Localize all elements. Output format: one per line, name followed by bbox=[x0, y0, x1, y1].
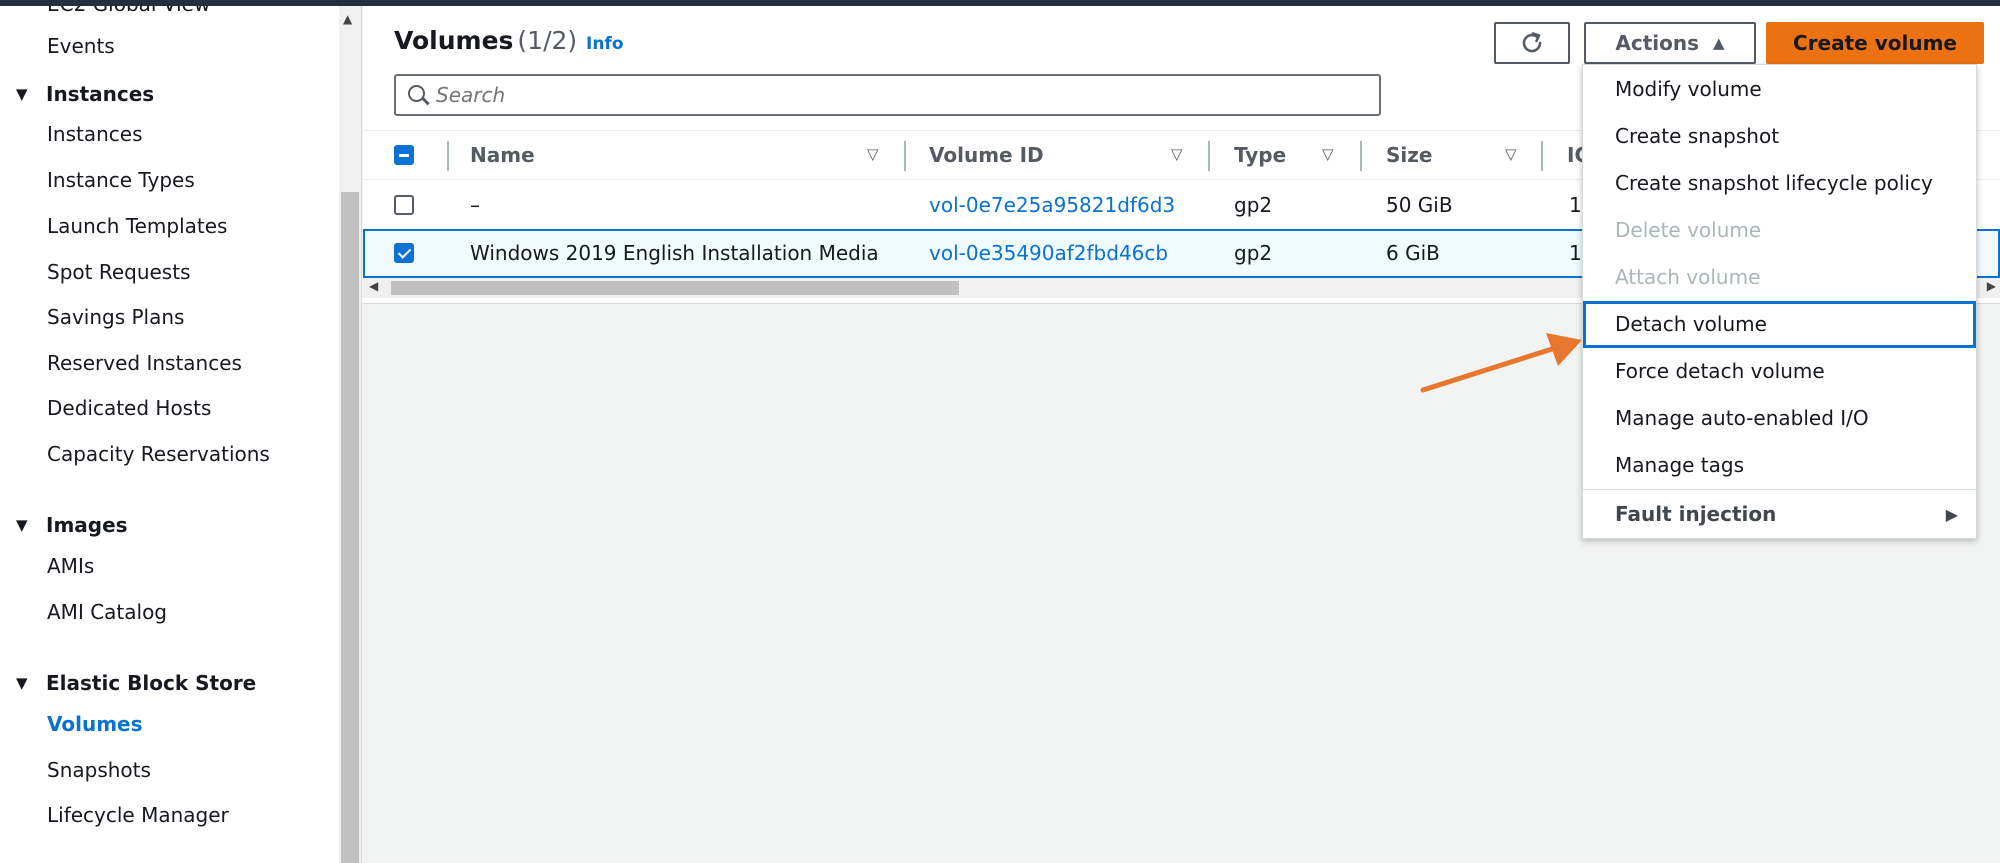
menu-item-label: Fault injection bbox=[1615, 502, 1777, 526]
cell-name: – bbox=[470, 193, 480, 217]
menu-item-modify-volume[interactable]: Modify volume bbox=[1583, 66, 1976, 113]
sidebar-scrollbar[interactable]: ▲ bbox=[339, 6, 362, 863]
cell-type: gp2 bbox=[1234, 193, 1273, 217]
scroll-left-icon[interactable]: ◀ bbox=[369, 279, 378, 293]
sidebar-item-savings-plans[interactable]: Savings Plans bbox=[47, 305, 184, 329]
actions-label: Actions bbox=[1615, 31, 1700, 55]
column-divider bbox=[447, 141, 449, 171]
info-link[interactable]: Info bbox=[586, 34, 624, 54]
sort-down-icon[interactable]: ▽ bbox=[867, 145, 879, 163]
refresh-button[interactable] bbox=[1494, 22, 1570, 64]
sidebar-section-elastic-block-store[interactable]: ▼ Elastic Block Store bbox=[16, 671, 256, 695]
sidebar-item-volumes[interactable]: Volumes bbox=[47, 712, 143, 736]
sort-down-icon[interactable]: ▽ bbox=[1171, 145, 1183, 163]
cell-iops: 1 bbox=[1569, 193, 1582, 217]
menu-item-manage-auto-enabled-io[interactable]: Manage auto-enabled I/O bbox=[1583, 395, 1976, 442]
sidebar-item-amis[interactable]: AMIs bbox=[47, 554, 94, 578]
column-divider[interactable] bbox=[1360, 141, 1362, 171]
sort-down-icon[interactable]: ▽ bbox=[1505, 145, 1517, 163]
sidebar-item-global-view[interactable]: EC2 Global View bbox=[47, 6, 210, 16]
menu-item-attach-volume: Attach volume bbox=[1615, 265, 1761, 289]
caret-up-icon: ▲ bbox=[1713, 34, 1725, 52]
row-checkbox[interactable] bbox=[394, 243, 414, 263]
menu-item-manage-tags[interactable]: Manage tags bbox=[1583, 442, 1976, 489]
sidebar-section-images[interactable]: ▼ Images bbox=[16, 513, 128, 537]
menu-item-force-detach-volume[interactable]: Force detach volume bbox=[1583, 348, 1976, 395]
column-divider[interactable] bbox=[1208, 141, 1210, 171]
selection-count: (1/2) bbox=[517, 26, 578, 55]
sidebar-item-spot-requests[interactable]: Spot Requests bbox=[47, 260, 191, 284]
sort-down-icon[interactable]: ▽ bbox=[1322, 145, 1334, 163]
actions-dropdown-menu: Modify volume Create snapshot Create sna… bbox=[1582, 64, 1977, 539]
sidebar: EC2 Global View Events ▼ Instances Insta… bbox=[0, 6, 339, 863]
scrollbar-thumb[interactable] bbox=[341, 192, 359, 863]
cell-size: 50 GiB bbox=[1386, 193, 1453, 217]
page-title: Volumes (1/2) bbox=[394, 26, 577, 55]
column-divider[interactable] bbox=[1541, 141, 1543, 171]
cell-type: gp2 bbox=[1234, 241, 1273, 265]
menu-item-fault-injection[interactable]: Fault injection ▶ bbox=[1583, 491, 1976, 538]
refresh-icon bbox=[1522, 32, 1542, 53]
create-volume-button[interactable]: Create volume bbox=[1766, 22, 1984, 64]
sidebar-section-label: Instances bbox=[46, 82, 155, 106]
scroll-up-icon[interactable]: ▲ bbox=[343, 12, 352, 26]
sidebar-item-events[interactable]: Events bbox=[47, 34, 115, 58]
collapse-triangle-icon: ▼ bbox=[16, 516, 28, 534]
cell-volume-id-link[interactable]: vol-0e35490af2fbd46cb bbox=[929, 241, 1168, 265]
sidebar-item-launch-templates[interactable]: Launch Templates bbox=[47, 214, 227, 238]
sidebar-item-snapshots[interactable]: Snapshots bbox=[47, 758, 151, 782]
menu-item-create-snapshot-lifecycle-policy[interactable]: Create snapshot lifecycle policy bbox=[1583, 160, 1976, 207]
menu-item-create-snapshot[interactable]: Create snapshot bbox=[1583, 113, 1976, 160]
collapse-triangle-icon: ▼ bbox=[16, 674, 28, 692]
sidebar-item-lifecycle-manager[interactable]: Lifecycle Manager bbox=[47, 803, 229, 827]
actions-button[interactable]: Actions ▲ bbox=[1584, 22, 1756, 64]
select-all-checkbox[interactable] bbox=[394, 145, 414, 165]
sidebar-item-capacity-reservations[interactable]: Capacity Reservations bbox=[47, 442, 270, 466]
collapse-triangle-icon: ▼ bbox=[16, 85, 28, 103]
scrollbar-thumb[interactable] bbox=[391, 281, 959, 295]
cell-iops: 1 bbox=[1569, 241, 1582, 265]
search-box[interactable] bbox=[394, 74, 1381, 116]
search-icon bbox=[396, 76, 436, 114]
sidebar-section-instances[interactable]: ▼ Instances bbox=[16, 82, 154, 106]
column-header-type[interactable]: Type bbox=[1234, 143, 1286, 167]
column-divider[interactable] bbox=[904, 141, 906, 171]
sidebar-section-label: Images bbox=[46, 513, 128, 537]
sidebar-section-label: Elastic Block Store bbox=[46, 671, 257, 695]
menu-divider bbox=[1583, 489, 1976, 490]
menu-item-detach-volume[interactable]: Detach volume bbox=[1583, 301, 1976, 348]
sidebar-item-instance-types[interactable]: Instance Types bbox=[47, 168, 195, 192]
sidebar-item-instances[interactable]: Instances bbox=[47, 122, 143, 146]
annotation-arrow bbox=[1420, 333, 1582, 393]
search-input[interactable] bbox=[436, 83, 1356, 107]
column-header-size[interactable]: Size bbox=[1386, 143, 1432, 167]
menu-item-delete-volume: Delete volume bbox=[1615, 218, 1762, 242]
row-checkbox[interactable] bbox=[394, 195, 414, 215]
page-title-text: Volumes bbox=[394, 26, 514, 55]
column-header-volume-id[interactable]: Volume ID bbox=[929, 143, 1044, 167]
cell-name: Windows 2019 English Installation Media bbox=[470, 241, 879, 265]
cell-size: 6 GiB bbox=[1386, 241, 1440, 265]
chevron-right-icon: ▶ bbox=[1945, 505, 1958, 524]
sidebar-item-dedicated-hosts[interactable]: Dedicated Hosts bbox=[47, 396, 211, 420]
cell-volume-id-link[interactable]: vol-0e7e25a95821df6d3 bbox=[929, 193, 1175, 217]
scroll-right-icon[interactable]: ▶ bbox=[1987, 279, 1996, 293]
column-header-name[interactable]: Name bbox=[470, 143, 535, 167]
sidebar-item-reserved-instances[interactable]: Reserved Instances bbox=[47, 351, 242, 375]
sidebar-item-ami-catalog[interactable]: AMI Catalog bbox=[47, 600, 167, 624]
